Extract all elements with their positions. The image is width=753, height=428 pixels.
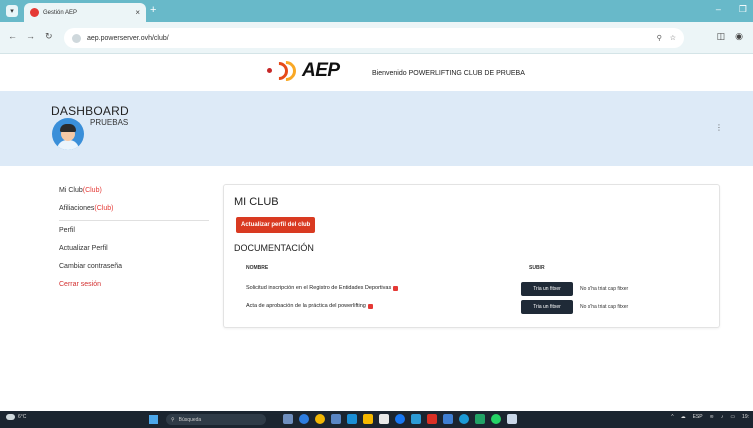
document-name-text: Solicitud inscripción en el Registro de … [246, 285, 392, 291]
battery-icon[interactable]: ▭ [730, 414, 735, 420]
reload-icon[interactable]: ↻ [45, 31, 53, 42]
app-icon[interactable] [443, 414, 453, 424]
windows-taskbar: 6°C ⚲ Búsqueda ^ ☁ ESP ≋ ♪ ▭ 19: [0, 411, 753, 428]
sidebar-item-label: Perfil [59, 227, 75, 234]
language-indicator[interactable]: ESP [693, 414, 703, 420]
sidebar-item-cerrar-sesion[interactable]: Cerrar sesión [59, 279, 209, 297]
more-options-icon[interactable]: ⋮ [715, 123, 723, 132]
notepad-icon[interactable] [379, 414, 389, 424]
page-title: DASHBOARD [51, 104, 129, 118]
welcome-message: Bienvenido POWERLIFTING CLUB DE PRUEBA [372, 70, 525, 77]
document-name: Acta de aprobación de la práctica del po… [246, 303, 373, 309]
sidebar-item-label: Afiliaciones [59, 205, 95, 212]
sidebar-item-label: Actualizar Perfil [59, 245, 108, 252]
weather-temp: 6°C [18, 414, 27, 420]
choose-file-button[interactable]: Tria un fitxer [521, 300, 573, 314]
cloud-icon [6, 414, 15, 420]
sidebar-item-label: Cerrar sesión [59, 281, 102, 288]
sidebar-item-cambiar-contrasena[interactable]: Cambiar contraseña [59, 261, 209, 279]
clock[interactable]: 19: [742, 414, 749, 420]
favicon-icon [30, 8, 39, 17]
system-tray: ^ ☁ ESP ≋ ♪ ▭ 19: [671, 414, 749, 420]
update-club-profile-button[interactable]: Actualizar perfil del club [236, 217, 316, 233]
window-controls: – ❐ [716, 4, 747, 15]
edge-icon[interactable] [299, 414, 309, 424]
search-icon: ⚲ [171, 416, 175, 423]
logo-text: AEP [302, 60, 340, 81]
bookmark-star-icon[interactable]: ☆ [670, 34, 676, 42]
chevron-up-icon[interactable]: ^ [671, 414, 673, 420]
zoom-icon[interactable]: ⚲ [657, 34, 662, 42]
new-tab-button[interactable]: + [150, 4, 156, 16]
file-status: No s'ha triat cap fitxer [580, 304, 629, 310]
onedrive-icon[interactable]: ☁ [681, 414, 686, 420]
url-text: aep.powerserver.ovh/club/ [87, 34, 169, 42]
browser-tab-strip: ▾ Gestión AEP × + – ❐ [0, 0, 753, 22]
volume-icon[interactable]: ♪ [721, 414, 724, 420]
document-name: Solicitud inscripción en el Registro de … [246, 285, 399, 291]
file-explorer-icon[interactable] [363, 414, 373, 424]
card-title: MI CLUB [234, 196, 279, 208]
maximize-icon[interactable]: ❐ [739, 4, 747, 15]
sidebar-item-label: Mi Club [59, 187, 83, 194]
app-icon[interactable] [411, 414, 421, 424]
windows-start-icon[interactable] [149, 415, 158, 424]
sidebar-item-label: Cambiar contraseña [59, 263, 123, 270]
minimize-icon[interactable]: – [716, 4, 721, 15]
column-header-subir: SUBIR [529, 265, 545, 271]
sidebar-item-mi-club[interactable]: Mi Club(Club) [59, 185, 209, 203]
taskbar-search-label: Búsqueda [178, 416, 202, 423]
column-header-nombre: NOMBRE [246, 265, 269, 271]
aep-logo[interactable]: AEP [266, 56, 340, 86]
taskbar-search[interactable]: ⚲ Búsqueda [166, 414, 266, 425]
chrome-icon[interactable] [315, 414, 325, 424]
tab-close-icon[interactable]: × [135, 8, 140, 17]
url-field[interactable]: aep.powerserver.ovh/club/ ⚲ ☆ [64, 28, 684, 48]
sidebar-item-suffix: (Club) [94, 205, 114, 212]
facebook-icon[interactable] [395, 414, 405, 424]
dashboard-header: DASHBOARD PRUEBAS ⋮ [0, 91, 753, 166]
browser-tab[interactable]: Gestión AEP × [24, 3, 146, 22]
task-view-icon[interactable] [283, 414, 293, 424]
sidebar-item-afiliaciones[interactable]: Afiliaciones(Club) [59, 203, 209, 221]
address-bar: ← → ↻ aep.powerserver.ovh/club/ ⚲ ☆ ◫ ◉ [0, 22, 753, 54]
logo-mark-icon [266, 56, 301, 86]
extensions-icon[interactable]: ◫ [717, 31, 726, 42]
choose-file-button[interactable]: Tria un fitxer [521, 282, 573, 296]
site-header: AEP Bienvenido POWERLIFTING CLUB DE PRUE… [0, 54, 753, 91]
documentation-heading: DOCUMENTACIÓN [234, 243, 314, 253]
tab-search-icon[interactable]: ▾ [6, 5, 18, 17]
app-icon[interactable] [459, 414, 469, 424]
avatar [52, 118, 84, 150]
mi-club-card: MI CLUB Actualizar perfil del club DOCUM… [223, 184, 720, 328]
site-info-icon[interactable] [72, 33, 81, 43]
app-icon[interactable] [331, 414, 341, 424]
app-icon[interactable] [427, 414, 437, 424]
tab-title: Gestión AEP [43, 9, 78, 16]
excel-icon[interactable] [475, 414, 485, 424]
document-name-text: Acta de aprobación de la práctica del po… [246, 303, 366, 309]
forward-icon[interactable]: → [26, 31, 35, 41]
sidebar: Mi Club(Club) Afiliaciones(Club) Perfil … [59, 185, 209, 297]
file-status: No s'ha triat cap fitxer [580, 286, 629, 292]
sidebar-item-perfil[interactable]: Perfil [59, 225, 209, 243]
mail-icon[interactable] [347, 414, 357, 424]
taskbar-apps [283, 414, 517, 424]
sidebar-item-actualizar-perfil[interactable]: Actualizar Perfil [59, 243, 209, 261]
wifi-icon[interactable]: ≋ [710, 414, 714, 420]
app-icon[interactable] [507, 414, 517, 424]
profile-icon[interactable]: ◉ [735, 31, 743, 42]
whatsapp-icon[interactable] [491, 414, 501, 424]
sidebar-item-suffix: (Club) [82, 187, 102, 194]
pdf-icon[interactable] [393, 285, 399, 291]
browser-toolbar-right: ◫ ◉ [717, 31, 743, 42]
user-name: PRUEBAS [90, 118, 129, 127]
weather-widget[interactable]: 6°C [6, 414, 26, 420]
back-icon[interactable]: ← [8, 31, 17, 41]
pdf-icon[interactable] [367, 303, 373, 309]
